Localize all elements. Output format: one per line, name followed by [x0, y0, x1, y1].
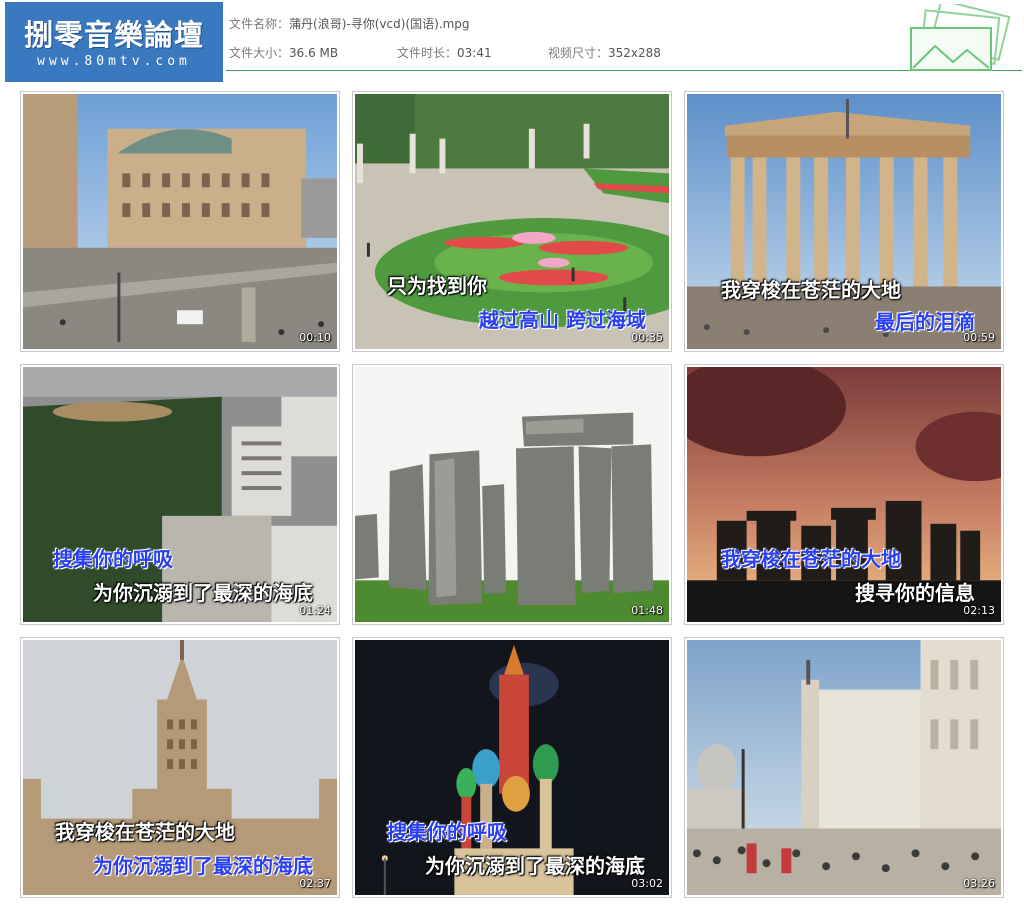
dimensions-value: 352x288 — [608, 46, 661, 60]
thumbnail-frame: 01:48 — [355, 367, 669, 622]
lyric-line-2: 搜寻你的信息 — [855, 581, 975, 605]
dimensions-label: 视频尺寸： — [548, 46, 609, 60]
timestamp: 01:48 — [631, 604, 663, 617]
timestamp: 02:13 — [963, 604, 995, 617]
lyric-line-1: 我穿梭在苍茫的大地 — [721, 547, 901, 571]
file-name-info: 文件名称：蒲丹(浪哥)-寻你(vcd)(国语).mpg — [229, 13, 470, 32]
video-thumbnail[interactable]: 搜集你的呼吸 为你沉溺到了最深的海底 01:24 — [20, 364, 340, 625]
video-thumbnail[interactable]: 我穿梭在苍茫的大地 最后的泪滴 00:59 — [684, 91, 1004, 352]
stonehenge-day-image — [355, 367, 669, 622]
file-size-info: 文件大小：36.6 MB — [229, 42, 338, 61]
logo-url: www.80mtv.com — [37, 54, 191, 69]
logo-text: 捌零音樂論壇 — [23, 18, 204, 52]
thumbnail-grid: 00:10 只为找到你 越过高山 跨过海域 00:35 我穿梭在苍茫的大地 最后… — [20, 91, 1004, 898]
duration-value: 03:41 — [457, 46, 492, 60]
lyric-line-2: 最后的泪滴 — [875, 310, 975, 334]
timestamp: 03:02 — [631, 877, 663, 890]
file-name-label: 文件名称： — [229, 17, 290, 31]
duration-info: 文件时长：03:41 — [397, 42, 492, 61]
dimensions-info: 视频尺寸：352x288 — [548, 42, 661, 61]
timestamp: 00:35 — [631, 331, 663, 344]
thumbnail-frame: 我穿梭在苍茫的大地 为你沉溺到了最深的海底 02:37 — [23, 640, 337, 895]
timestamp: 00:10 — [299, 331, 331, 344]
file-size-label: 文件大小： — [229, 46, 290, 60]
lyric-line-1: 我穿梭在苍茫的大地 — [55, 820, 235, 844]
lyric-line-2: 为你沉溺到了最深的海底 — [425, 854, 645, 878]
lyric-line-1: 只为找到你 — [387, 274, 487, 298]
timestamp: 01:24 — [299, 604, 331, 617]
street-scene-image — [23, 94, 337, 349]
video-thumbnail[interactable]: 我穿梭在苍茫的大地 搜寻你的信息 02:13 — [684, 364, 1004, 625]
thumbnail-frame: 搜集你的呼吸 为你沉溺到了最深的海底 01:24 — [23, 367, 337, 622]
video-thumbnail[interactable]: 我穿梭在苍茫的大地 为你沉溺到了最深的海底 02:37 — [20, 637, 340, 898]
video-thumbnail[interactable]: 搜集你的呼吸 为你沉溺到了最深的海底 03:02 — [352, 637, 672, 898]
thumbnail-frame: 00:10 — [23, 94, 337, 349]
lyric-line-2: 为你沉溺到了最深的海底 — [93, 581, 313, 605]
thumbnail-frame: 03:26 — [687, 640, 1001, 895]
lyric-line-1: 我穿梭在苍茫的大地 — [721, 278, 901, 302]
lyric-line-2: 为你沉溺到了最深的海底 — [93, 854, 313, 878]
lyric-line-2: 越过高山 跨过海域 — [479, 308, 646, 332]
thumbnail-frame: 搜集你的呼吸 为你沉溺到了最深的海底 03:02 — [355, 640, 669, 895]
timestamp: 02:37 — [299, 877, 331, 890]
lyric-line-1: 搜集你的呼吸 — [53, 547, 173, 571]
header-divider — [226, 70, 1022, 71]
lyric-line-1: 搜集你的呼吸 — [387, 820, 507, 844]
timestamp: 00:59 — [963, 331, 995, 344]
duration-label: 文件时长： — [397, 46, 458, 60]
site-logo[interactable]: 捌零音樂論壇 www.80mtv.com — [5, 2, 223, 82]
video-thumbnail[interactable]: 00:10 — [20, 91, 340, 352]
video-thumbnail[interactable]: 只为找到你 越过高山 跨过海域 00:35 — [352, 91, 672, 352]
file-size-value: 36.6 MB — [289, 46, 339, 60]
thumbnail-frame: 我穿梭在苍茫的大地 最后的泪滴 00:59 — [687, 94, 1001, 349]
photo-stack-icon — [910, 4, 1011, 71]
video-thumbnail[interactable]: 01:48 — [352, 364, 672, 625]
file-name-value: 蒲丹(浪哥)-寻你(vcd)(国语).mpg — [289, 17, 470, 31]
video-thumbnail[interactable]: 03:26 — [684, 637, 1004, 898]
thumbnail-frame: 只为找到你 越过高山 跨过海域 00:35 — [355, 94, 669, 349]
thumbnail-frame: 我穿梭在苍茫的大地 搜寻你的信息 02:13 — [687, 367, 1001, 622]
timestamp: 03:26 — [963, 877, 995, 890]
piazza-scene-image — [687, 640, 1001, 895]
